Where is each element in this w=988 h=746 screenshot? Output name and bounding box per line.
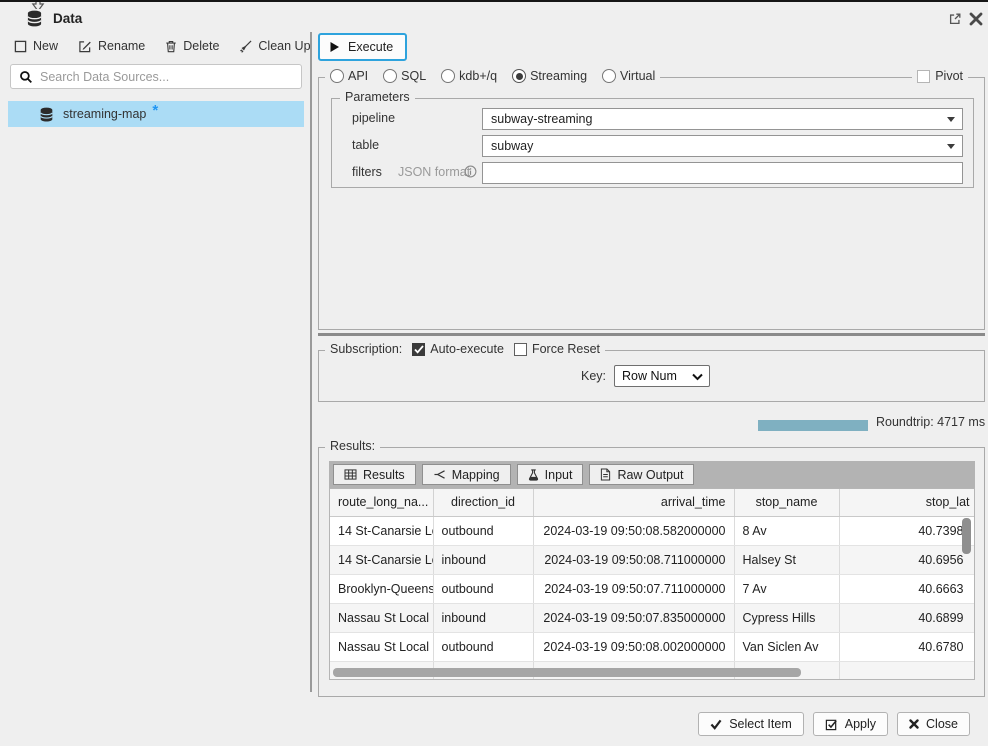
subscription-legend-row: Subscription: Auto-execute Force Reset: [325, 342, 605, 356]
panel-divider[interactable]: [310, 32, 312, 692]
caret-down-icon: [947, 117, 955, 122]
dialog-title: Data: [53, 11, 82, 26]
table-grid-icon: [344, 469, 357, 480]
checkbox-checked-icon: [412, 343, 425, 356]
section-separator: [318, 333, 985, 336]
mode-radio-kdbq[interactable]: kdb+/q: [441, 69, 497, 83]
new-icon: [14, 40, 27, 53]
key-select[interactable]: Row Num: [614, 365, 710, 387]
radio-icon: [602, 69, 616, 83]
x-icon: [909, 719, 919, 729]
tab-mapping[interactable]: Mapping: [422, 464, 511, 485]
search-input[interactable]: Search Data Sources...: [10, 64, 302, 89]
drag-cursor-icon: [31, 0, 45, 9]
filters-hint: JSON format: [398, 165, 470, 179]
select-item-button[interactable]: Select Item: [698, 712, 804, 736]
table-label: table: [352, 138, 379, 152]
datasource-item-streaming-map[interactable]: streaming-map *: [8, 101, 304, 127]
radio-icon: [441, 69, 455, 83]
datasource-item-label: streaming-map: [63, 107, 146, 121]
filters-input[interactable]: [482, 162, 963, 184]
col-direction-id[interactable]: direction_id: [433, 489, 533, 516]
col-route-long-name[interactable]: route_long_na...: [330, 489, 433, 516]
mode-radio-virtual[interactable]: Virtual: [602, 69, 655, 83]
tab-results[interactable]: Results: [333, 464, 416, 485]
trash-icon: [165, 40, 177, 53]
parameters-legend: Parameters: [340, 90, 415, 104]
results-grid: route_long_na... direction_id arrival_ti…: [329, 488, 975, 680]
check-icon: [710, 719, 722, 730]
force-reset-checkbox[interactable]: Force Reset: [514, 342, 600, 356]
auto-execute-checkbox[interactable]: Auto-execute: [412, 342, 504, 356]
table-row[interactable]: Nassau St Local inbound 2024-03-19 09:50…: [330, 603, 975, 632]
results-fieldset: Results: Results Mapping Input: [318, 447, 985, 697]
search-icon: [19, 70, 33, 84]
radio-icon: [330, 69, 344, 83]
database-icon: [38, 107, 55, 122]
subscription-fieldset: Subscription: Auto-execute Force Reset K…: [318, 350, 985, 402]
table-row[interactable]: 14 St-Canarsie Lo outbound 2024-03-19 09…: [330, 516, 975, 545]
apply-button[interactable]: Apply: [813, 712, 888, 736]
radio-icon: [383, 69, 397, 83]
clean-up-icon: [239, 40, 252, 53]
mode-radio-streaming[interactable]: Streaming: [512, 69, 587, 83]
close-icon[interactable]: [969, 12, 983, 26]
pipeline-label: pipeline: [352, 111, 395, 125]
unsaved-marker: *: [152, 102, 158, 119]
tab-raw-output[interactable]: Raw Output: [589, 464, 694, 485]
rename-button[interactable]: Rename: [78, 39, 145, 53]
search-placeholder: Search Data Sources...: [40, 70, 169, 84]
flask-icon: [528, 469, 539, 481]
results-legend: Results:: [325, 439, 380, 453]
clean-up-button[interactable]: Clean Up: [239, 39, 310, 53]
checkbox-icon: [514, 343, 527, 356]
new-button[interactable]: New: [14, 39, 58, 53]
pivot-checkbox[interactable]: Pivot: [912, 69, 968, 83]
filters-label: filters: [352, 165, 382, 179]
close-button[interactable]: Close: [897, 712, 970, 736]
table-select[interactable]: subway: [482, 135, 963, 157]
mode-radio-sql[interactable]: SQL: [383, 69, 426, 83]
col-arrival-time[interactable]: arrival_time: [533, 489, 734, 516]
tab-input[interactable]: Input: [517, 464, 584, 485]
table-row[interactable]: Nassau St Local outbound 2024-03-19 09:5…: [330, 632, 975, 661]
results-table: route_long_na... direction_id arrival_ti…: [330, 489, 975, 680]
table-row[interactable]: 14 St-Canarsie Lo inbound 2024-03-19 09:…: [330, 545, 975, 574]
table-row[interactable]: Brooklyn-Queens outbound 2024-03-19 09:5…: [330, 574, 975, 603]
results-tabstrip: Results Mapping Input Raw Output: [329, 461, 975, 488]
checkbox-icon: [917, 70, 930, 83]
key-label: Key:: [581, 369, 606, 383]
play-icon: [329, 41, 340, 53]
parameters-fieldset: Parameters pipeline subway-streaming tab…: [331, 98, 974, 188]
subscription-legend: Subscription:: [330, 342, 402, 356]
rename-icon: [78, 40, 92, 53]
query-type-fieldset: API SQL kdb+/q Streaming Virtual Pivot: [318, 77, 985, 330]
radio-selected-icon: [512, 69, 526, 83]
execute-button[interactable]: Execute: [318, 33, 407, 61]
mapping-icon: [433, 469, 446, 480]
chevron-down-icon: [692, 373, 703, 381]
query-mode-radios: API SQL kdb+/q Streaming Virtual: [325, 69, 660, 83]
pipeline-select[interactable]: subway-streaming: [482, 108, 963, 130]
col-stop-lat[interactable]: stop_lat: [839, 489, 975, 516]
info-icon[interactable]: [464, 165, 477, 178]
popout-icon[interactable]: [948, 12, 962, 26]
delete-button[interactable]: Delete: [165, 39, 219, 53]
mode-radio-api[interactable]: API: [330, 69, 368, 83]
roundtrip-text: Roundtrip: 4717 ms: [876, 415, 985, 429]
datasource-toolbar: New Rename Delete Clean Up: [14, 39, 311, 53]
dialog-footer: Select Item Apply Close: [698, 712, 970, 736]
database-icon: [25, 10, 44, 27]
table-header-row: route_long_na... direction_id arrival_ti…: [330, 489, 975, 516]
document-icon: [600, 468, 611, 481]
horizontal-scrollbar[interactable]: [333, 668, 801, 677]
checkbox-check-icon: [825, 718, 838, 731]
roundtrip-progress-bar: [758, 420, 868, 431]
vertical-scrollbar[interactable]: [962, 518, 971, 554]
data-source-dialog: Data New Rename Delete Clean Up Search: [0, 0, 988, 746]
caret-down-icon: [947, 144, 955, 149]
col-stop-name[interactable]: stop_name: [734, 489, 839, 516]
